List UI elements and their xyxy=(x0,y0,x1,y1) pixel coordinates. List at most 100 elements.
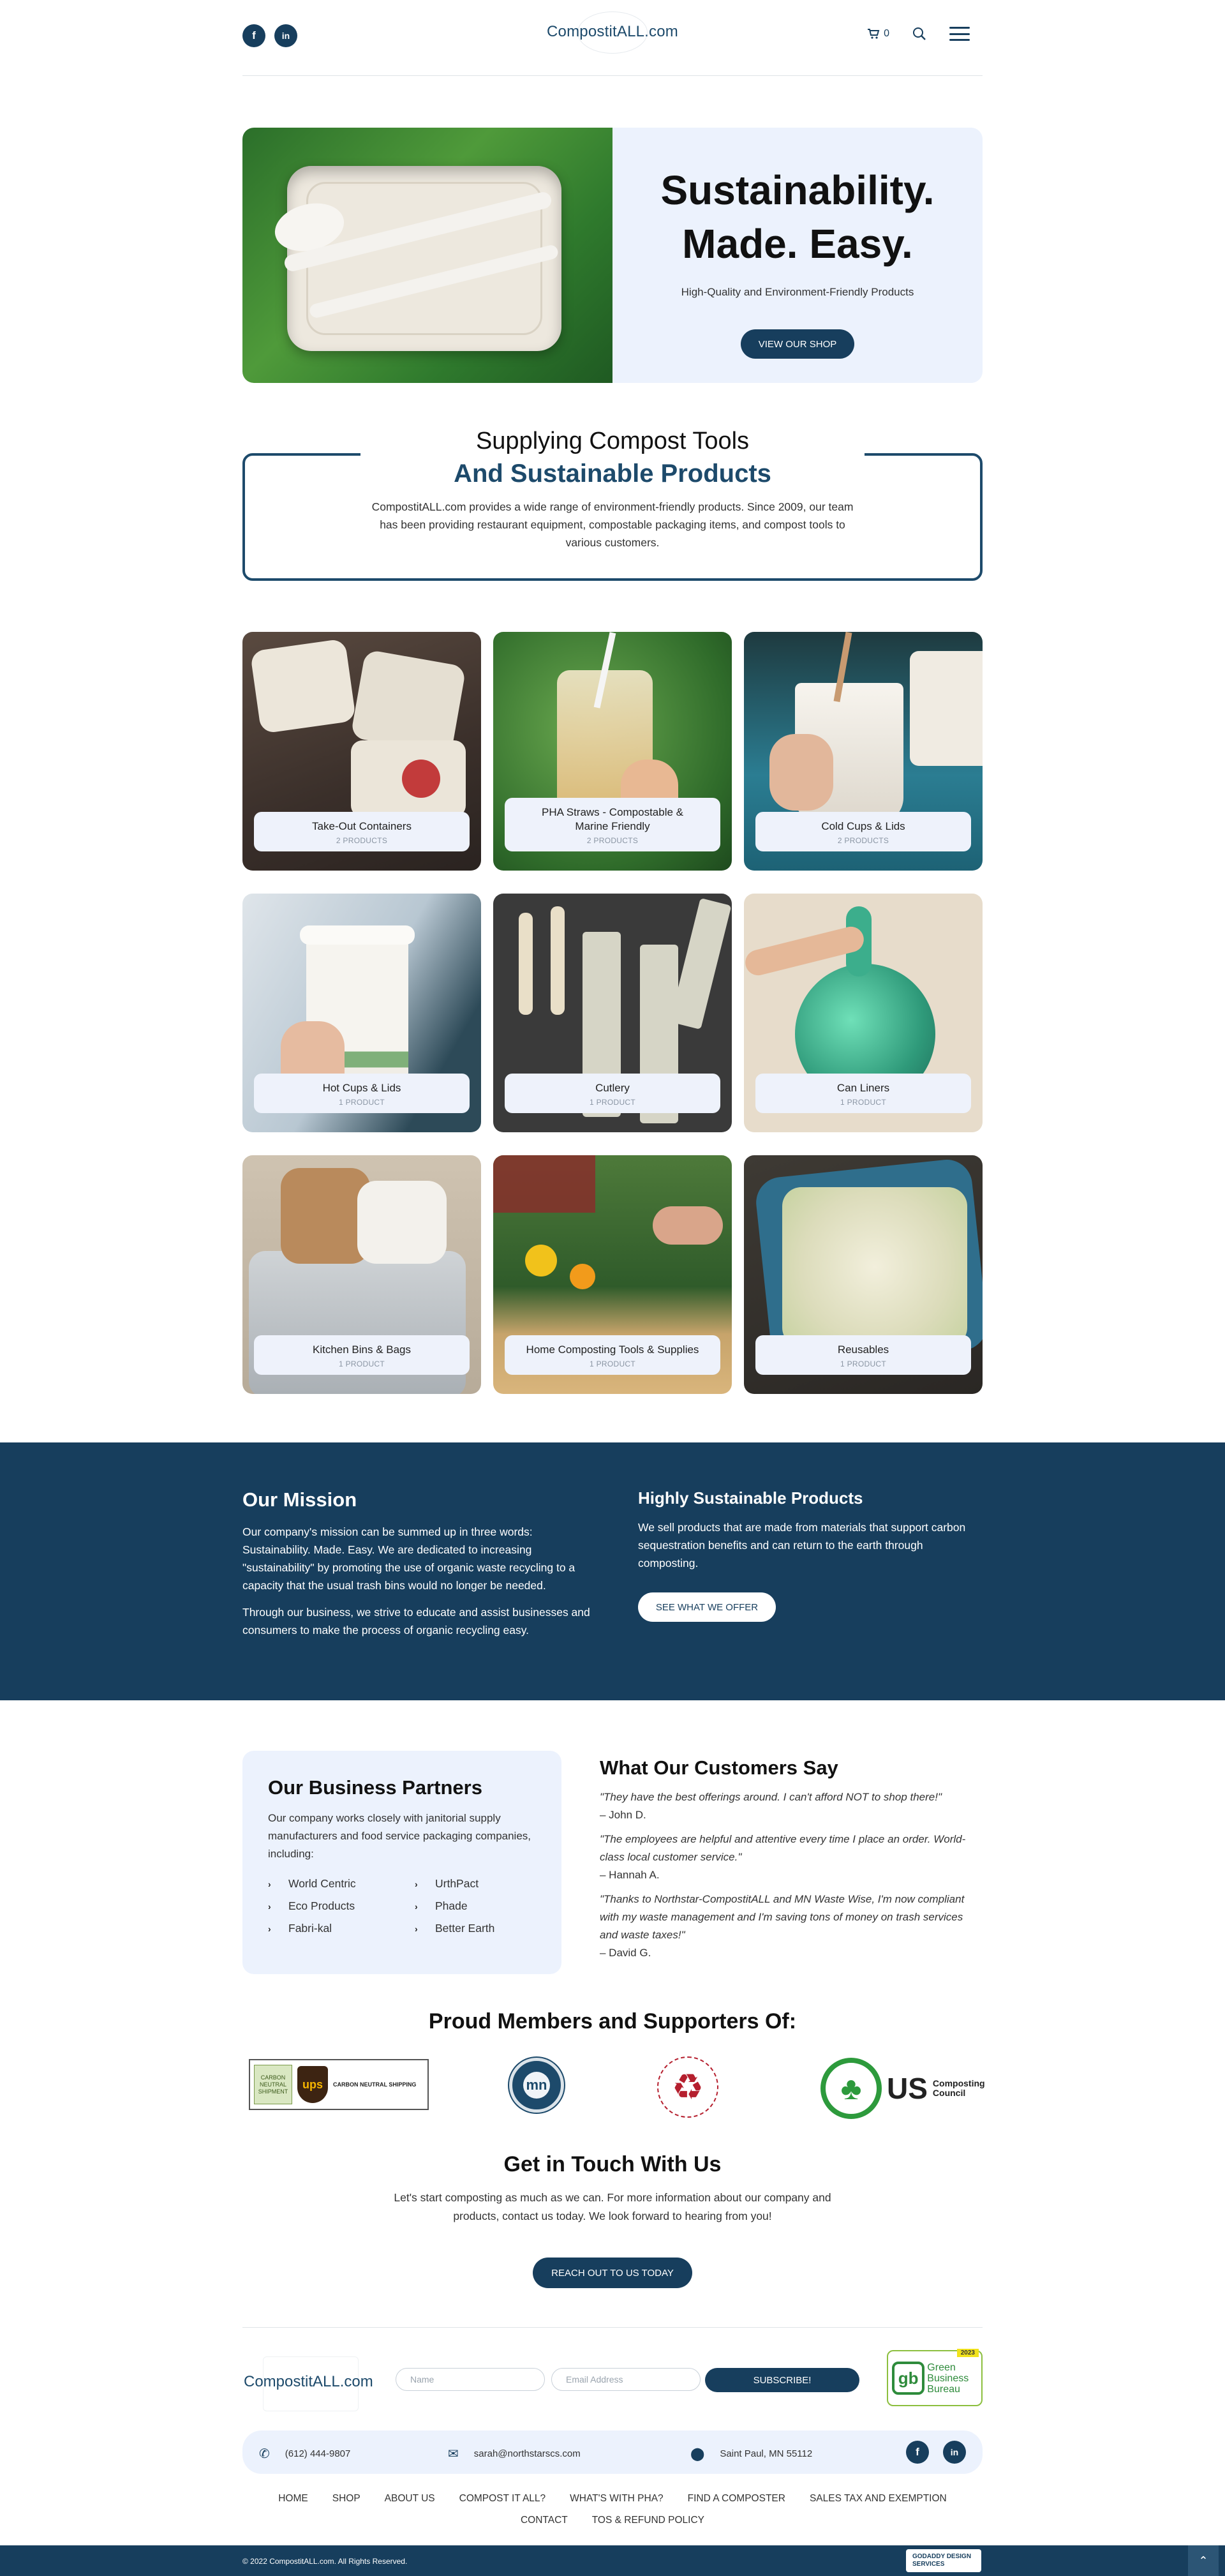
category-card-hot-cups[interactable]: Hot Cups & Lids 1 PRODUCT xyxy=(242,894,481,1132)
category-card-cutlery[interactable]: Cutlery 1 PRODUCT xyxy=(493,894,732,1132)
category-name: Hot Cups & Lids xyxy=(322,1082,401,1094)
linkedin-icon[interactable]: in xyxy=(943,2441,966,2464)
category-card-cold-cups[interactable]: Cold Cups & Lids 2 PRODUCTS xyxy=(744,632,983,871)
footer-logo[interactable]: CompostitALL.com xyxy=(244,2356,373,2411)
testimonial-author: – David G. xyxy=(600,1947,651,1959)
cart-button[interactable]: 0 xyxy=(867,28,889,40)
category-card-kitchen-bins[interactable]: Kitchen Bins & Bags 1 PRODUCT xyxy=(242,1155,481,1394)
category-count: 2 PRODUCTS xyxy=(837,836,889,845)
chevron-right-icon: › xyxy=(415,1923,418,1934)
list-item: › Fabri-kal xyxy=(268,1922,415,1935)
category-name: Home Composting Tools & Supplies xyxy=(526,1344,699,1356)
header-divider xyxy=(242,75,983,76)
category-label: Can Liners 1 PRODUCT xyxy=(755,1074,971,1113)
hero-section: Sustainability. Made. Easy. High-Quality… xyxy=(242,128,983,383)
footer-nav: HOME SHOP ABOUT US COMPOST IT ALL? WHAT'S WI… xyxy=(242,2488,983,2531)
phone-number: (612) 444-9807 xyxy=(285,2448,351,2459)
footer-nav-contact[interactable]: CONTACT xyxy=(521,2515,568,2526)
us-composting-council-logo[interactable]: ♣ US Composting Council xyxy=(820,2058,985,2119)
linkedin-icon[interactable]: in xyxy=(274,24,297,47)
contact-title: Get in Touch With Us xyxy=(503,2152,722,2176)
hero-image xyxy=(242,128,612,383)
category-name: Reusables xyxy=(837,1344,889,1356)
see-offer-button[interactable]: SEE WHAT WE OFFER xyxy=(638,1592,776,1622)
category-label: Kitchen Bins & Bags 1 PRODUCT xyxy=(254,1335,470,1375)
testimonial-quote: "Thanks to Northstar-CompostitALL and MN… xyxy=(600,1893,965,1941)
footer-nav-find-composter[interactable]: FIND A COMPOSTER xyxy=(688,2493,785,2504)
ups-logo: ups xyxy=(297,2066,328,2103)
contact-info-bar: ✆ (612) 444-9807 ✉ sarah@northstarscs.com … xyxy=(242,2430,983,2474)
mission-title: Our Mission xyxy=(242,1488,357,1511)
carbon-neutral-badge: CARBON NEUTRAL SHIPMENT xyxy=(254,2065,292,2104)
category-count: 1 PRODUCT xyxy=(338,1098,385,1107)
newsletter-email-input[interactable]: Email Address xyxy=(551,2368,701,2391)
testimonial-quote: "The employees are helpful and attentive… xyxy=(600,1833,966,1863)
partners-body: Our company works closely with janitoria… xyxy=(268,1812,531,1860)
godaddy-badge[interactable]: GODADDY DESIGN SERVICES xyxy=(906,2549,981,2572)
category-card-can-liners[interactable]: Can Liners 1 PRODUCT xyxy=(744,894,983,1132)
back-to-top-button[interactable]: ⌃ xyxy=(1188,2545,1219,2576)
gbb-logo-icon: gb xyxy=(892,2362,925,2395)
location-text: Saint Paul, MN 55112 xyxy=(720,2448,813,2459)
gbb-year: 2023 xyxy=(956,2349,979,2357)
category-label: Hot Cups & Lids 1 PRODUCT xyxy=(254,1074,470,1113)
menu-icon[interactable] xyxy=(949,27,970,41)
footer-nav-sales-tax[interactable]: SALES TAX AND EXEMPTION xyxy=(810,2493,947,2504)
site-logo[interactable]: CompostitALL.com xyxy=(547,11,678,54)
search-icon[interactable] xyxy=(912,27,926,41)
footer-nav-compost[interactable]: COMPOST IT ALL? xyxy=(459,2493,546,2504)
facebook-icon[interactable]: f xyxy=(906,2441,929,2464)
product-categories: Take-Out Containers 2 PRODUCTS PHA Straws… xyxy=(242,632,983,1394)
phone-info[interactable]: ✆ (612) 444-9807 xyxy=(259,2446,350,2462)
category-card-straws[interactable]: PHA Straws - Compostable & Marine Friend… xyxy=(493,632,732,871)
testimonial-author: – Hannah A. xyxy=(600,1869,660,1881)
category-count: 1 PRODUCT xyxy=(589,1098,636,1107)
partners-list: › World Centric › UrthPact › Eco Products ›… xyxy=(268,1877,536,1935)
category-count: 1 PRODUCT xyxy=(840,1359,887,1368)
footer-nav-pha[interactable]: WHAT'S WITH PHA? xyxy=(570,2493,663,2504)
category-label: Cold Cups & Lids 2 PRODUCTS xyxy=(755,812,971,851)
green-business-bureau-badge[interactable]: 2023 gb Green Business Bureau xyxy=(887,2349,983,2406)
uscc-us: US xyxy=(887,2072,928,2105)
category-card-home-composting[interactable]: Home Composting Tools & Supplies 1 PRODUC… xyxy=(493,1155,732,1394)
subscribe-button[interactable]: SUBSCRIBE! xyxy=(705,2368,859,2392)
list-item: › Eco Products xyxy=(268,1899,415,1913)
category-name: Can Liners xyxy=(836,1082,890,1094)
chevron-up-icon: ⌃ xyxy=(1198,2554,1208,2567)
footer-nav-shop[interactable]: SHOP xyxy=(332,2493,360,2504)
mission-paragraph-1: Our company's mission can be summed up i… xyxy=(242,1525,575,1592)
recycling-association-logo[interactable]: ♻ xyxy=(657,2056,718,2118)
footer-nav-tos[interactable]: TOS & REFUND POLICY xyxy=(592,2515,704,2526)
email-info[interactable]: ✉ sarah@northstarscs.com xyxy=(448,2446,581,2462)
supply-section: Supplying Compost Tools And Sustainable … xyxy=(242,428,983,581)
facebook-icon[interactable]: f xyxy=(242,24,265,47)
location-info: ⬤ Saint Paul, MN 55112 xyxy=(690,2446,812,2462)
category-card-takeout[interactable]: Take-Out Containers 2 PRODUCTS xyxy=(242,632,481,871)
category-name: Kitchen Bins & Bags xyxy=(312,1344,412,1356)
testimonials: What Our Customers Say "They have the be… xyxy=(600,1756,983,1968)
category-count: 1 PRODUCT xyxy=(589,1359,636,1368)
list-item: › World Centric xyxy=(268,1877,415,1891)
map-pin-icon: ⬤ xyxy=(690,2447,705,2461)
category-count: 2 PRODUCTS xyxy=(336,836,388,845)
chevron-right-icon: › xyxy=(268,1923,271,1934)
ups-carbon-neutral-logo[interactable]: CARBON NEUTRAL SHIPMENT ups CARBON NEUTR… xyxy=(249,2059,429,2110)
phone-icon: ✆ xyxy=(259,2447,270,2461)
partner-name: UrthPact xyxy=(435,1877,479,1890)
footer-divider xyxy=(242,2327,983,2328)
footer-nav-home[interactable]: HOME xyxy=(278,2493,308,2504)
view-shop-button[interactable]: VIEW OUR SHOP xyxy=(741,329,854,359)
reach-out-button[interactable]: REACH OUT TO US TODAY xyxy=(533,2258,692,2288)
category-card-reusables[interactable]: Reusables 1 PRODUCT xyxy=(744,1155,983,1394)
newsletter-name-input[interactable]: Name xyxy=(396,2368,545,2391)
list-item: › Phade xyxy=(415,1899,542,1913)
chevron-right-icon: › xyxy=(415,1901,418,1912)
header-actions: 0 xyxy=(867,27,970,41)
site-header: f in CompostitALL.com 0 xyxy=(0,0,1225,77)
mn-waste-wise-logo[interactable]: mn xyxy=(509,2058,564,2113)
partner-name: Phade xyxy=(435,1899,468,1912)
category-label: PHA Straws - Compostable & Marine Friend… xyxy=(505,798,720,851)
footer-nav-about[interactable]: ABOUT US xyxy=(385,2493,435,2504)
hero-text: Sustainability. Made. Easy. High-Quality… xyxy=(612,128,983,383)
chevron-right-icon: › xyxy=(268,1878,271,1889)
